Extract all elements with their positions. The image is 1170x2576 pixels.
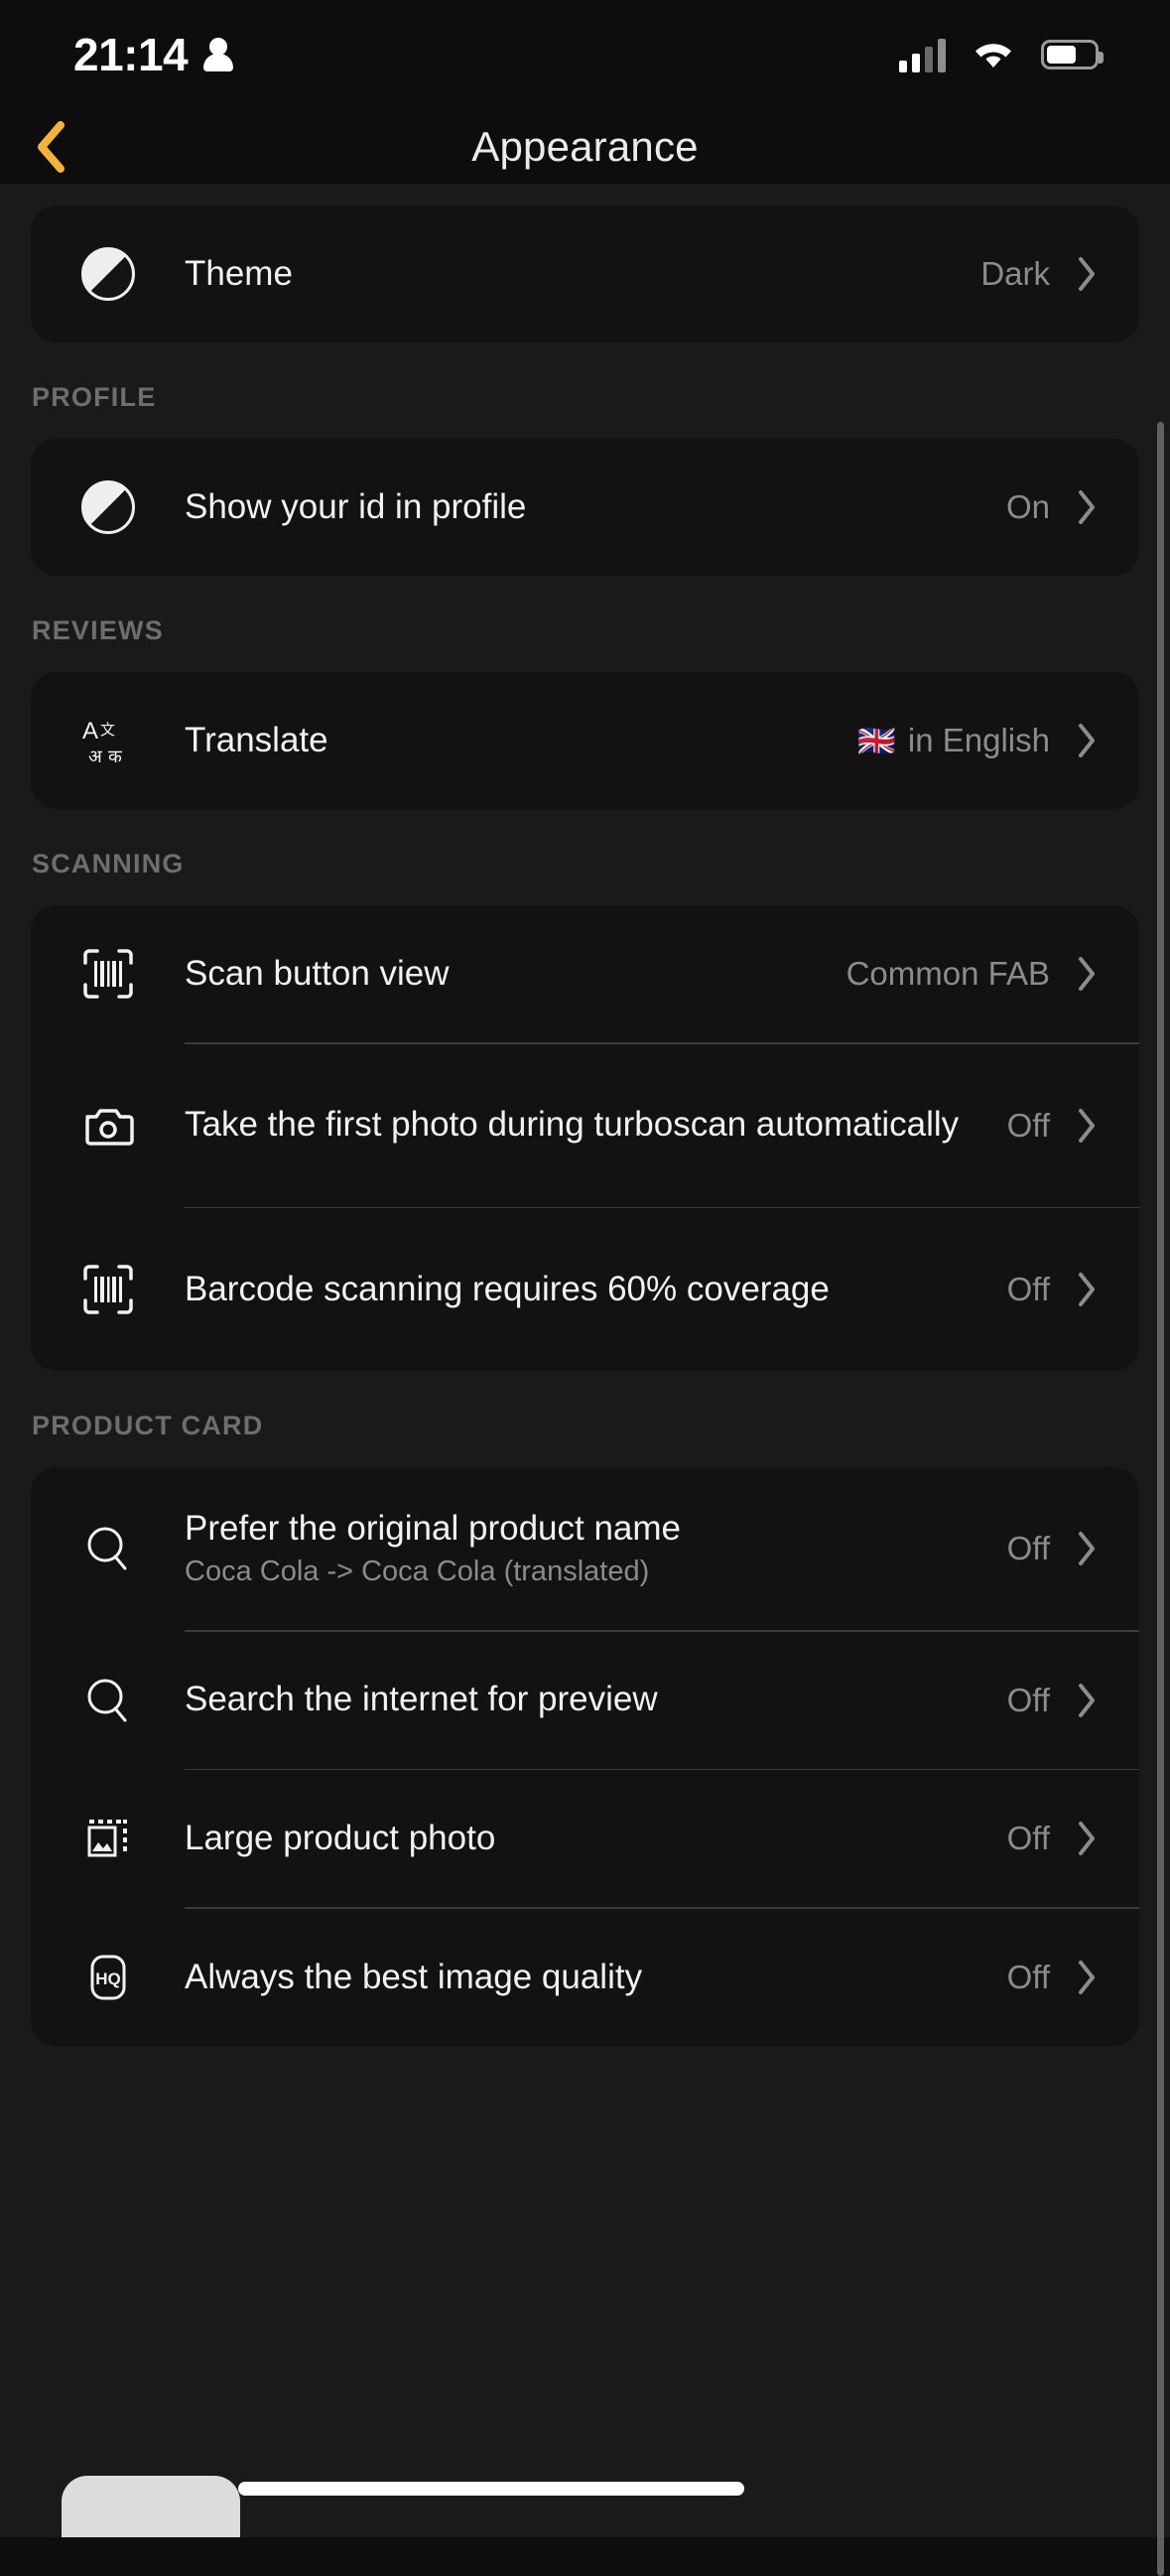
person-icon <box>203 38 234 71</box>
section-header-scanning: SCANNING <box>32 849 185 879</box>
settings-row-labels: Translate <box>185 720 857 762</box>
status-bar: 21:14 <box>0 0 1170 109</box>
barcode-scan-icon <box>31 947 185 1001</box>
image-frame-icon <box>31 1812 185 1865</box>
back-button[interactable] <box>20 116 81 178</box>
settings-row-title: Translate <box>185 720 328 759</box>
settings-row-title: Always the best image quality <box>185 1957 643 1996</box>
chevron-right-icon <box>1064 1959 1109 1996</box>
settings-row-labels: Always the best image quality <box>185 1957 1007 1999</box>
chevron-right-icon <box>1064 488 1109 526</box>
page-title: Appearance <box>471 122 699 170</box>
settings-row-labels: Theme <box>185 253 980 296</box>
settings-row-search-internet-preview[interactable]: Search the internet for preview Off <box>31 1632 1139 1769</box>
settings-row-value: Off <box>1006 1820 1050 1857</box>
settings-row-value: Off <box>1006 1106 1050 1144</box>
camera-icon <box>31 1099 185 1152</box>
settings-row-labels: Take the first photo during turboscan au… <box>185 1104 1007 1147</box>
battery-icon <box>1041 40 1104 69</box>
settings-row-title: Prefer the original product name <box>185 1508 681 1548</box>
settings-scroll-area[interactable]: Theme Dark PROFILE Show your id in profi… <box>0 184 1170 2576</box>
svg-text:अ: अ <box>88 746 103 767</box>
section-header-reviews: REVIEWS <box>32 615 164 645</box>
chevron-right-icon <box>1064 955 1109 993</box>
settings-row-title: Show your id in profile <box>185 486 527 526</box>
translate-icon: A 文 अ क <box>31 713 185 768</box>
settings-card-theme: Theme Dark <box>31 205 1139 342</box>
settings-row-labels: Scan button view <box>185 953 846 996</box>
svg-text:क: क <box>108 746 123 767</box>
home-indicator[interactable] <box>238 2482 744 2496</box>
settings-row-labels: Barcode scanning requires 60% coverage <box>185 1269 1007 1311</box>
section-header-profile: PROFILE <box>32 382 157 412</box>
settings-card-reviews: A 文 अ क Translate 🇬🇧 in English <box>31 672 1139 809</box>
settings-row-theme[interactable]: Theme Dark <box>31 205 1139 342</box>
settings-row-title: Search the internet for preview <box>185 1680 658 1719</box>
settings-row-subtitle: Coca Cola -> Coca Cola (translated) <box>185 1556 650 1588</box>
settings-card-product: Prefer the original product name Coca Co… <box>31 1467 1139 2046</box>
search-icon <box>31 1522 185 1575</box>
status-bar-right <box>899 37 1104 72</box>
contrast-circle-icon <box>31 247 185 301</box>
settings-row-show-id[interactable]: Show your id in profile On <box>31 439 1139 576</box>
chevron-left-icon <box>34 119 67 175</box>
chevron-right-icon <box>1064 255 1109 293</box>
contrast-circle-icon <box>31 480 185 534</box>
settings-row-turboscan-first-photo[interactable]: Take the first photo during turboscan au… <box>31 1044 1139 1207</box>
settings-row-scan-button-view[interactable]: Scan button view Common FAB <box>31 905 1139 1042</box>
settings-card-profile: Show your id in profile On <box>31 439 1139 576</box>
uk-flag-icon: 🇬🇧 <box>857 723 896 758</box>
settings-row-value: Common FAB <box>845 955 1050 992</box>
chevron-right-icon <box>1064 1820 1109 1857</box>
settings-row-value: 🇬🇧 in English <box>857 722 1050 759</box>
status-bar-left: 21:14 <box>73 28 234 81</box>
svg-text:HQ: HQ <box>95 1969 121 1988</box>
settings-row-value: Off <box>1006 1271 1050 1308</box>
settings-row-title: Scan button view <box>185 953 450 993</box>
hq-badge-icon: HQ <box>31 1951 185 2004</box>
status-bar-clock: 21:14 <box>73 29 189 80</box>
vertical-scrollbar[interactable] <box>1157 422 1164 2576</box>
settings-row-title: Large product photo <box>185 1819 496 1858</box>
settings-row-labels: Show your id in profile <box>185 486 1006 529</box>
settings-row-value: Dark <box>980 255 1050 292</box>
settings-row-title: Theme <box>185 253 293 293</box>
settings-row-best-image-quality[interactable]: HQ Always the best image quality Off <box>31 1909 1139 2046</box>
barcode-scan-icon <box>31 1263 185 1316</box>
chevron-right-icon <box>1064 1530 1109 1567</box>
settings-row-value: Off <box>1006 1530 1050 1567</box>
settings-card-scanning: Scan button view Common FAB Take the fir… <box>31 905 1139 1372</box>
settings-row-value: On <box>1005 488 1050 525</box>
settings-row-labels: Prefer the original product name Coca Co… <box>185 1508 1007 1590</box>
svg-text:文: 文 <box>100 721 115 739</box>
settings-row-prefer-original-name[interactable]: Prefer the original product name Coca Co… <box>31 1467 1139 1630</box>
settings-row-value-text: in English <box>907 722 1050 758</box>
settings-row-title: Barcode scanning requires 60% coverage <box>185 1269 830 1308</box>
settings-row-value: Off <box>1006 1681 1050 1718</box>
settings-row-translate[interactable]: A 文 अ क Translate 🇬🇧 in English <box>31 672 1139 809</box>
settings-row-large-product-photo[interactable]: Large product photo Off <box>31 1770 1139 1907</box>
settings-row-labels: Large product photo <box>185 1818 1007 1860</box>
chevron-right-icon <box>1064 1682 1109 1719</box>
settings-row-labels: Search the internet for preview <box>185 1679 1007 1721</box>
settings-row-value: Off <box>1006 1958 1050 1995</box>
wifi-icon <box>972 38 1015 71</box>
chevron-right-icon <box>1064 722 1109 759</box>
chevron-right-icon <box>1064 1107 1109 1145</box>
settings-row-barcode-coverage[interactable]: Barcode scanning requires 60% coverage O… <box>31 1208 1139 1371</box>
cellular-signal-icon <box>899 37 946 72</box>
section-header-product-card: PRODUCT CARD <box>32 1411 264 1441</box>
chevron-right-icon <box>1064 1271 1109 1308</box>
settings-row-title: Take the first photo during turboscan au… <box>185 1105 960 1145</box>
search-icon <box>31 1674 185 1727</box>
svg-text:A: A <box>82 718 98 745</box>
nav-bar: Appearance <box>0 109 1170 184</box>
bottom-sheet-peek[interactable] <box>62 2476 240 2537</box>
